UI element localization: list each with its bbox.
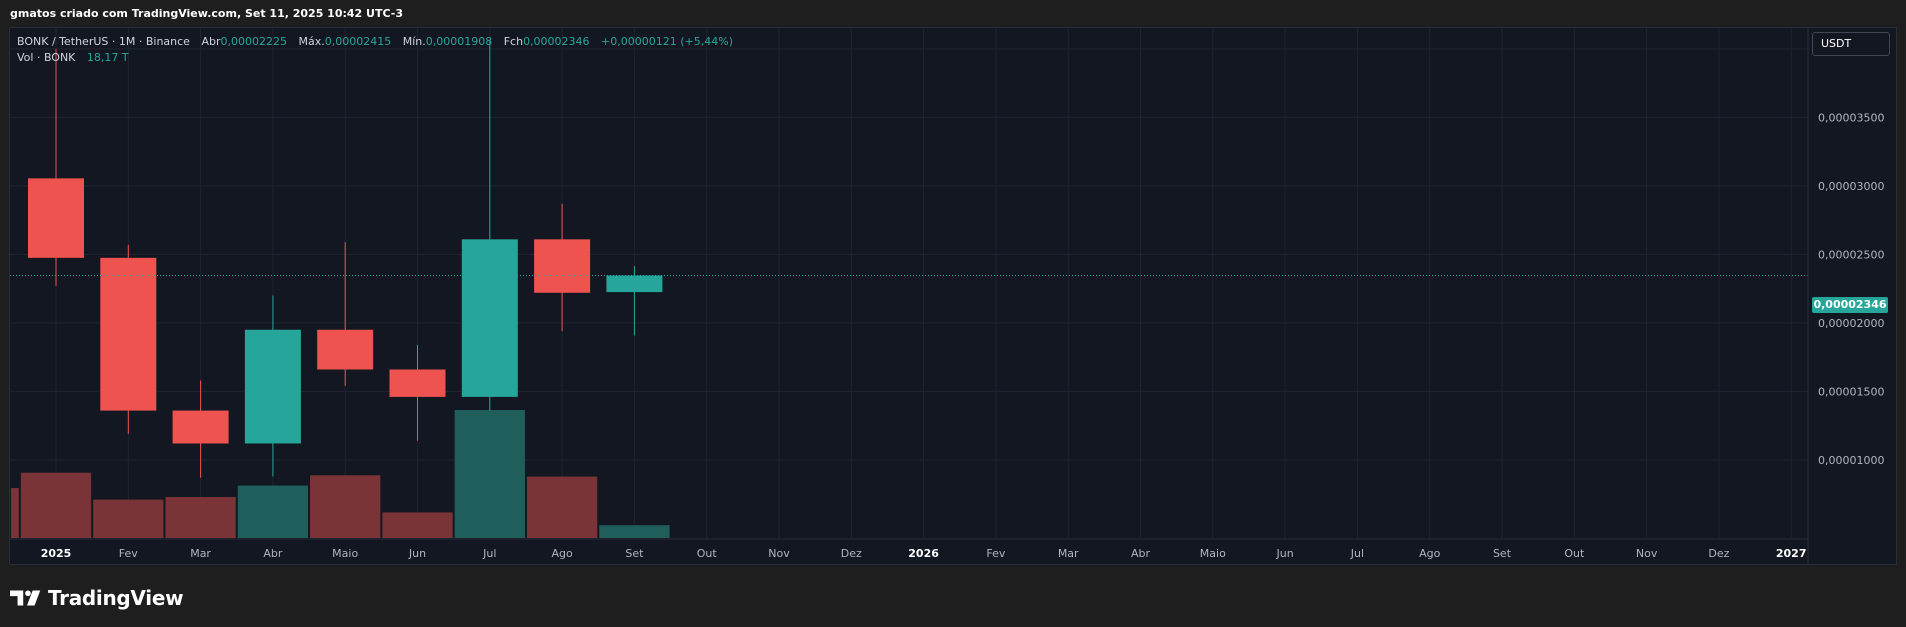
volume-bar [165,497,236,538]
volume-legend-row: Vol · BONK 18,17 T [17,50,733,66]
low-value: 0,00001908 [425,35,493,48]
time-tick-label: Dez [841,547,862,560]
price-tick-label: 0,00001500 [1818,385,1884,398]
candle-body [28,178,84,258]
time-tick-label: Set [1493,547,1512,560]
time-tick-label: Abr [1131,547,1151,560]
time-tick-label: Jun [408,547,426,560]
tradingview-brand[interactable]: TradingView [10,586,184,610]
volume-bar [382,512,453,538]
candle-body [606,275,663,293]
change-value: +0,00000121 (+5,44%) [601,35,733,48]
time-tick-label: Maio [332,547,358,560]
price-tick-label: 0,00001000 [1818,454,1884,467]
high-value: 0,00002415 [324,35,392,48]
candle-body [461,239,518,397]
volume-bar [526,476,598,538]
close-label: Fch [503,35,524,48]
time-tick-label: Nov [768,547,790,560]
time-tick-label: Jun [1276,547,1294,560]
time-tick-label: Nov [1636,547,1658,560]
time-tick-label: Out [1564,547,1585,560]
volume-bar [237,485,309,538]
candle-body [100,257,157,411]
time-tick-label: 2026 [908,547,939,560]
price-tick-label: 0,00003000 [1818,180,1884,193]
time-tick-label: Mar [190,547,211,560]
time-tick-label: Abr [263,547,283,560]
time-tick-label: Set [625,547,644,560]
brand-name: TradingView [48,586,184,610]
volume-bar [20,472,92,538]
time-tick-label: Jul [1350,547,1364,560]
time-tick-label: Mar [1058,547,1079,560]
volume-bar [599,525,670,538]
ohlc-legend-row: BONK / TetherUS · 1M · Binance Abr0,0000… [17,34,733,50]
time-tick-label: 2027 [1776,547,1807,560]
time-tick-label: Fev [986,547,1005,560]
time-tick-label: Ago [1419,547,1441,560]
candle-body [172,410,229,444]
currency-button[interactable]: USDT [1812,32,1890,56]
volume-label[interactable]: Vol · BONK [17,51,75,64]
time-tick-label: Ago [551,547,573,560]
time-tick-label: Jul [482,547,496,560]
volume-bar [454,410,525,538]
candle-body [534,239,591,293]
high-label: Máx. [298,35,325,48]
volume-bar [93,499,164,538]
time-tick-label: Fev [119,547,138,560]
close-value: 0,00002346 [523,35,590,48]
volume-value: 18,17 T [86,51,129,64]
open-value: 0,00002225 [220,35,287,48]
volume-bar [11,488,19,538]
price-tick-label: 0,00003500 [1818,111,1884,124]
candle-body [389,369,446,397]
open-label: Abr [201,35,221,48]
price-tick-label: 0,00002000 [1818,317,1884,330]
low-label: Mín. [402,35,426,48]
time-tick-label: Maio [1200,547,1226,560]
price-tick-label: 0,00002500 [1818,248,1884,261]
chart-legend: BONK / TetherUS · 1M · Binance Abr0,0000… [17,34,733,66]
tradingview-logo-icon [10,590,41,606]
candle-body [244,329,301,444]
volume-bar [310,475,381,538]
time-tick-label: Dez [1708,547,1729,560]
last-price-tag: 0,00002346 [1812,297,1888,313]
time-tick-label: Out [697,547,718,560]
candlestick-chart[interactable]: 0,00001000 0,00001500 0,00002000 0,00002500… [0,0,1906,627]
candle-body [317,329,374,370]
symbol-label[interactable]: BONK / TetherUS · 1M · Binance [17,35,190,48]
time-tick-label: 2025 [41,547,72,560]
